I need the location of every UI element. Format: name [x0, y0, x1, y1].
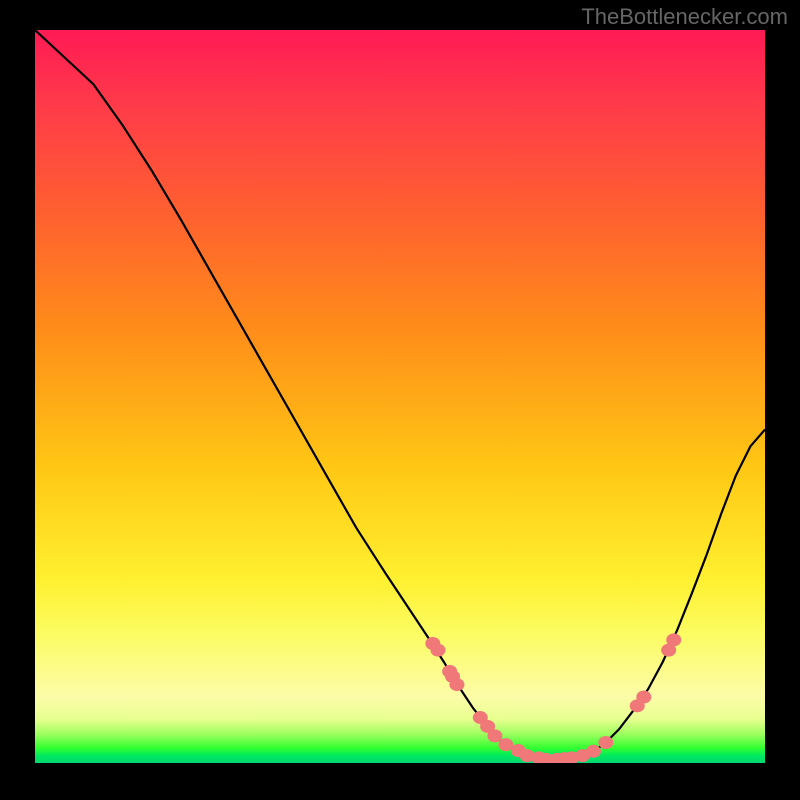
- chart-area: [35, 30, 765, 763]
- data-marker: [636, 691, 651, 704]
- data-marker: [487, 729, 502, 742]
- data-marker: [666, 633, 681, 646]
- data-marker: [598, 736, 613, 749]
- data-marker: [430, 644, 445, 657]
- watermark: TheBottlenecker.com: [581, 4, 788, 30]
- data-marker: [586, 745, 601, 758]
- data-marker: [449, 678, 464, 691]
- curve-line: [35, 30, 765, 759]
- data-markers: [425, 633, 681, 763]
